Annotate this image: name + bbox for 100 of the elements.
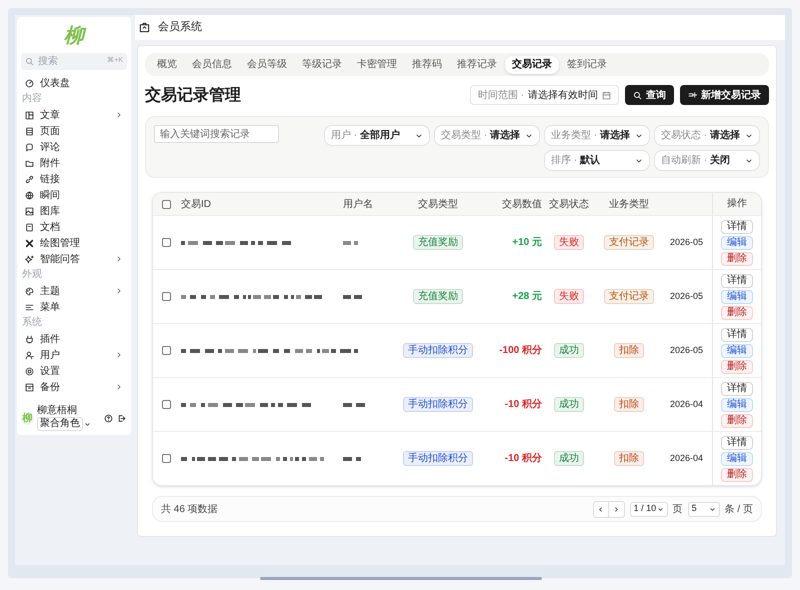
search-button[interactable]: 查询 [625, 85, 674, 105]
status-tag: 成功 [554, 397, 584, 412]
sidebar-item[interactable]: 页面 [21, 123, 127, 139]
delete-button[interactable]: 删除 [721, 414, 753, 428]
checkbox[interactable] [162, 292, 170, 301]
blurred-text-drawing [343, 294, 362, 298]
scrollbar[interactable] [260, 577, 542, 580]
sidebar-item[interactable]: 智能问答 [21, 251, 127, 267]
checkbox[interactable] [162, 238, 170, 247]
date-range-picker[interactable]: 时间范围 · 请选择有效时间 [470, 85, 619, 105]
filter-select[interactable]: 自动刷新 · 关闭 [654, 150, 760, 171]
page-icon [25, 126, 34, 136]
filter-select[interactable]: 业务类型 · 请选择 [544, 125, 650, 146]
details-button[interactable]: 详情 [721, 220, 753, 234]
search-icon [25, 57, 34, 66]
layout-icon [25, 110, 34, 120]
page-size-select[interactable]: 5 [688, 502, 720, 516]
status-tag: 扣除 [614, 451, 644, 466]
user-icon [25, 350, 34, 360]
details-button[interactable]: 详情 [721, 382, 753, 396]
chevron-left-icon [597, 506, 604, 512]
sidebar-item[interactable]: 插件 [21, 331, 127, 347]
tab[interactable]: 交易记录 [505, 56, 559, 74]
sidebar-item[interactable]: 评论 [21, 139, 127, 155]
delete-button[interactable]: 删除 [721, 306, 753, 320]
table-row[interactable]: 手动扣除积分 -10 积分 成功 扣除 2026-04 详情 编辑 删除 [153, 377, 761, 431]
column-header: 业务类型 [608, 198, 650, 212]
sidebar-item[interactable]: 附件 [21, 155, 127, 171]
edit-button[interactable]: 编辑 [721, 398, 753, 412]
date-text: 2026-05 [669, 236, 704, 249]
status-tag: 失败 [554, 235, 584, 250]
table-row[interactable]: 充值奖励 +10 元 失败 支付记录 2026-05 详情 编辑 删除 [153, 215, 761, 269]
tab[interactable]: 推荐码 [405, 56, 449, 74]
checkbox[interactable] [162, 454, 170, 463]
chevron-down-icon [745, 156, 753, 164]
search-icon [633, 90, 642, 100]
checkbox[interactable] [162, 346, 170, 355]
page-select[interactable]: 1 / 10 [630, 502, 668, 516]
status-tag: 支付记录 [604, 235, 654, 250]
delete-button[interactable]: 删除 [721, 468, 753, 482]
help-icon [104, 414, 113, 422]
tab[interactable]: 卡密管理 [350, 56, 404, 74]
blurred-text-drawing [343, 402, 365, 406]
delete-button[interactable]: 删除 [721, 360, 753, 374]
status-tag: 手动扣除积分 [403, 451, 473, 466]
keyword-field[interactable]: 输入关键词搜索记录 [154, 125, 279, 143]
window-title: 会员系统 [158, 20, 202, 36]
logout-icon [117, 414, 126, 422]
tab[interactable]: 会员等级 [240, 56, 294, 74]
sidebar-item[interactable]: 图库 [21, 203, 127, 219]
filter-select[interactable]: 交易状态 · 请选择 [654, 125, 760, 146]
delete-button[interactable]: 删除 [721, 252, 753, 266]
date-text: 2026-05 [669, 344, 704, 357]
sidebar-item[interactable]: 瞬间 [21, 187, 127, 203]
date-text: 2026-05 [669, 290, 704, 303]
sidebar-item[interactable]: 菜单 [21, 299, 127, 315]
tab[interactable]: 签到记录 [560, 56, 614, 74]
sidebar-item[interactable]: 链接 [21, 171, 127, 187]
details-button[interactable]: 详情 [721, 328, 753, 342]
tab[interactable]: 推荐记录 [450, 56, 504, 74]
tab[interactable]: 等级记录 [295, 56, 349, 74]
globe-icon [25, 190, 34, 200]
edit-button[interactable]: 编辑 [721, 290, 753, 304]
table-row[interactable]: 手动扣除积分 -10 积分 成功 扣除 2026-04 详情 编辑 删除 [153, 431, 761, 485]
add-button[interactable]: 新增交易记录 [680, 85, 769, 105]
image-icon [25, 206, 34, 216]
table-row[interactable]: 手动扣除积分 -100 积分 成功 扣除 2026-05 详情 编辑 删除 [153, 323, 761, 377]
sparkle-icon [25, 254, 34, 264]
sidebar-item[interactable]: 文章 [21, 107, 127, 123]
section-label: 内容 [21, 92, 43, 106]
page-size-label: 条 / 页 [724, 502, 753, 516]
sidebar-item[interactable]: 主题 [21, 283, 127, 299]
logo: 柳 [64, 20, 84, 50]
details-button[interactable]: 详情 [721, 274, 753, 288]
tab[interactable]: 概览 [150, 56, 184, 74]
edit-button[interactable]: 编辑 [721, 452, 753, 466]
filter-select[interactable]: 用户 · 全部用户 [324, 125, 430, 146]
sidebar-item[interactable]: 仪表盘 [21, 75, 127, 91]
edit-button[interactable]: 编辑 [721, 344, 753, 358]
sidebar-item[interactable]: 用户 [21, 347, 127, 363]
table-row[interactable]: 充值奖励 +28 元 失败 支付记录 2026-05 详情 编辑 删除 [153, 269, 761, 323]
sidebar-item[interactable]: 设置 [21, 363, 127, 379]
checkbox[interactable] [162, 200, 170, 208]
amount-text: -100 积分 [498, 344, 543, 358]
sidebar-item[interactable]: 备份 [21, 379, 127, 395]
date-text: 2026-04 [669, 452, 704, 465]
filter-select[interactable]: 交易类型 · 请选择 [434, 125, 540, 146]
calendar-icon [602, 90, 611, 100]
sidebar-item[interactable]: 绘图管理 [21, 235, 127, 251]
checkbox[interactable] [162, 400, 170, 409]
chevron-right-icon [612, 506, 620, 512]
chevron-down-icon [656, 506, 664, 512]
edit-button[interactable]: 编辑 [721, 236, 753, 250]
details-button[interactable]: 详情 [721, 436, 753, 450]
link-icon [25, 174, 34, 184]
plug-icon [25, 334, 34, 344]
tab[interactable]: 会员信息 [185, 56, 239, 74]
section-label: 外观 [21, 268, 43, 282]
sidebar-item[interactable]: 文档 [21, 219, 127, 235]
filter-select[interactable]: 排序 · 默认 [544, 150, 650, 171]
